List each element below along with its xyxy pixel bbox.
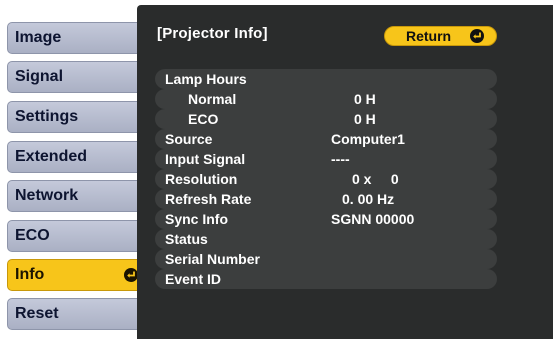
info-row-lamp-eco: ECO 0 H [155,109,497,129]
info-label: Lamp Hours [165,71,247,87]
sidebar-item-label: Image [15,29,62,46]
sidebar-item-image[interactable]: Image [7,22,144,54]
info-row-refresh-rate: Refresh Rate 0. 00 Hz [155,189,497,209]
info-row-input-signal: Input Signal ---- [155,149,497,169]
sidebar-menu: Image Signal Settings Extended Network E… [0,0,148,339]
projector-info-list: Lamp Hours Normal 0 H ECO 0 H Source Com… [155,69,497,289]
sidebar-item-label: Signal [15,68,64,85]
info-label: Resolution [165,171,238,187]
info-label: Status [165,231,208,247]
info-label: Sync Info [165,211,229,227]
info-label: Source [165,131,213,147]
info-row-lamp-normal: Normal 0 H [155,89,497,109]
sidebar-item-extended[interactable]: Extended [7,141,144,173]
info-row-resolution: Resolution 0 x 0 [155,169,497,189]
info-label: Serial Number [165,251,260,267]
info-panel: [Projector Info] Return Lamp Hours Norma… [137,5,553,339]
sidebar-item-reset[interactable]: Reset [7,298,144,330]
info-value: 0 H [354,111,376,127]
info-label: Input Signal [165,151,246,167]
info-value: Computer1 [331,131,405,147]
return-button[interactable]: Return [384,26,497,46]
panel-title: [Projector Info] [157,25,268,42]
info-value: 0 x 0 [352,171,399,187]
info-value: SGNN 00000 [331,211,415,227]
return-label: Return [406,28,452,44]
sidebar-item-network[interactable]: Network [7,180,144,212]
sidebar-item-info[interactable]: Info [7,259,144,291]
sidebar-item-label: Settings [15,108,79,125]
projector-menu-screen: Image Signal Settings Extended Network E… [0,0,553,339]
info-row-source: Source Computer1 [155,129,497,149]
sidebar-item-label: Reset [15,305,59,322]
info-label: Refresh Rate [165,191,252,207]
info-label: ECO [188,111,219,127]
info-value: 0 H [354,91,376,107]
info-row-lamp-hours: Lamp Hours [155,69,497,89]
info-row-event-id: Event ID [155,269,497,289]
info-row-status: Status [155,229,497,249]
info-value: 0. 00 Hz [342,191,395,207]
sidebar-item-label: Network [15,187,79,204]
enter-icon [470,29,484,43]
info-label: Normal [188,91,237,107]
sidebar-item-signal[interactable]: Signal [7,61,144,93]
enter-icon [124,268,138,282]
sidebar-item-label: Info [15,266,45,283]
info-label: Event ID [165,271,222,287]
sidebar-item-eco[interactable]: ECO [7,220,144,252]
info-row-sync-info: Sync Info SGNN 00000 [155,209,497,229]
sidebar-item-settings[interactable]: Settings [7,101,144,133]
info-row-serial-number: Serial Number [155,249,497,269]
info-value: ---- [331,151,350,167]
sidebar-item-label: ECO [15,227,50,244]
sidebar-item-label: Extended [15,148,88,165]
